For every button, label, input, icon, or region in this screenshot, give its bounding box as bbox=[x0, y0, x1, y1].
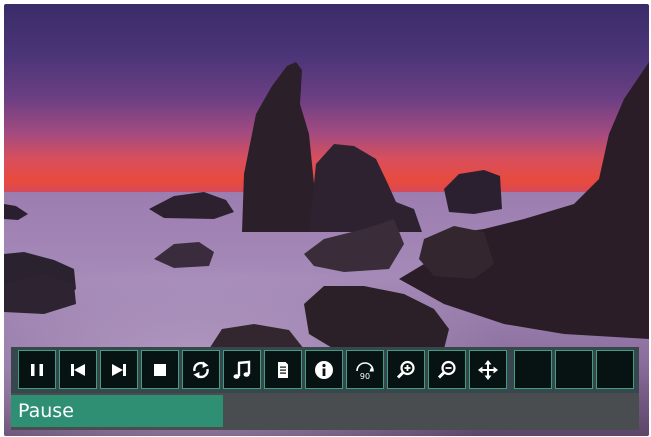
zoom-out-button[interactable] bbox=[428, 350, 466, 389]
player-controls: 90 bbox=[11, 347, 639, 393]
status-label: Pause bbox=[11, 395, 223, 427]
pause-icon bbox=[31, 363, 43, 376]
info-icon bbox=[315, 360, 333, 379]
zoom-out-icon bbox=[437, 360, 456, 379]
document-button[interactable] bbox=[264, 350, 302, 389]
stop-button[interactable] bbox=[141, 350, 179, 389]
music-note-icon bbox=[233, 360, 251, 379]
zoom-in-icon bbox=[396, 360, 415, 379]
document-icon bbox=[278, 361, 288, 378]
pan-button[interactable] bbox=[469, 350, 507, 389]
pause-button[interactable] bbox=[18, 350, 56, 389]
empty-slot bbox=[596, 350, 634, 389]
stop-icon bbox=[154, 363, 166, 376]
info-button[interactable] bbox=[305, 350, 343, 389]
rotate-label: 90 bbox=[360, 372, 370, 381]
previous-button[interactable] bbox=[59, 350, 97, 389]
repeat-button[interactable] bbox=[182, 350, 220, 389]
repeat-icon bbox=[193, 361, 209, 378]
zoom-in-button[interactable] bbox=[387, 350, 425, 389]
move-arrows-icon bbox=[478, 359, 498, 380]
skip-previous-icon bbox=[71, 363, 85, 376]
rotate-90-icon: 90 bbox=[356, 361, 374, 381]
rotate-button[interactable]: 90 bbox=[346, 350, 384, 389]
empty-slot bbox=[555, 350, 593, 389]
status-bar: Pause bbox=[11, 393, 639, 430]
music-button[interactable] bbox=[223, 350, 261, 389]
next-button[interactable] bbox=[100, 350, 138, 389]
empty-slot bbox=[514, 350, 552, 389]
skip-next-icon bbox=[112, 363, 126, 376]
